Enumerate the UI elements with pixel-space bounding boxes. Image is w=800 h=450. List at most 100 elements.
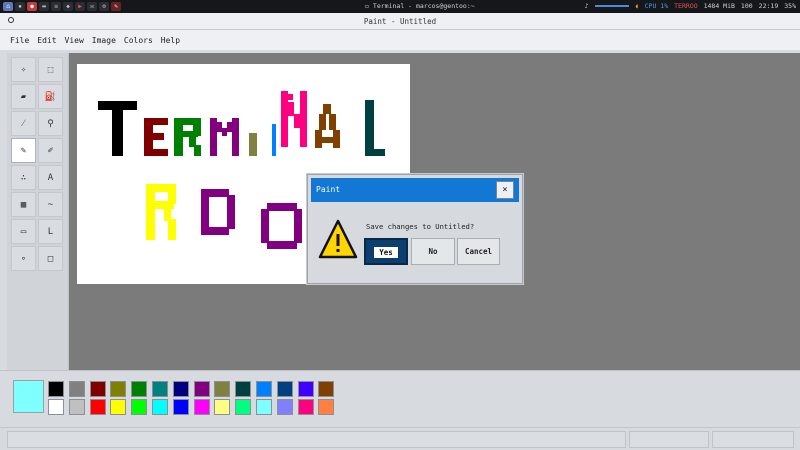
menu-bar: File Edit View Image Colors Help [0, 30, 800, 50]
rectangle-icon: ▭ [20, 226, 27, 237]
home-icon[interactable]: ⌂ [3, 2, 13, 11]
eraser-icon: ▰ [20, 91, 27, 102]
tool-fill-bucket[interactable]: ⛽ [38, 84, 63, 109]
palette-swatch[interactable] [48, 381, 64, 397]
current-color-swatch[interactable] [13, 380, 44, 413]
media-icon[interactable]: ▶ [75, 2, 85, 11]
cancel-button[interactable]: Cancel [457, 238, 500, 265]
fill-bucket-icon: ⛽ [44, 91, 57, 102]
palette-swatch[interactable] [193, 399, 210, 415]
speaker-icon[interactable]: ◖ [635, 2, 639, 10]
magnifier-icon: ⚲ [47, 118, 54, 129]
letter-r2-stroke [146, 184, 176, 240]
color-picker-icon: ⁄ [22, 119, 25, 129]
palette-swatch[interactable] [235, 399, 252, 415]
palette-swatch[interactable] [297, 381, 314, 397]
palette-swatch[interactable] [297, 399, 314, 415]
palette-swatch[interactable] [172, 399, 189, 415]
menu-edit[interactable]: Edit [37, 36, 56, 45]
menu-colors[interactable]: Colors [124, 36, 153, 45]
palette-swatch[interactable] [256, 399, 272, 415]
palette-swatch[interactable] [214, 399, 231, 415]
palette-swatch[interactable] [68, 399, 85, 415]
palette-swatch[interactable] [110, 399, 127, 415]
status-message [7, 431, 626, 448]
palette-swatch[interactable] [172, 381, 189, 397]
tool-line[interactable]: L [38, 219, 63, 244]
airbrush-icon: ∴ [20, 172, 27, 183]
palette-swatch[interactable] [214, 381, 231, 397]
palette-swatch[interactable] [235, 381, 252, 397]
tool-brush[interactable]: ✐ [38, 138, 63, 163]
warning-icon [318, 219, 358, 259]
palette-swatch[interactable] [256, 381, 272, 397]
tool-rounded-rect[interactable]: □ [38, 246, 63, 271]
browser-icon[interactable]: ● [27, 2, 37, 11]
shape-fill-icon: ▦ [20, 199, 27, 210]
letter-o-stroke [261, 203, 302, 249]
palette-swatch[interactable] [152, 399, 168, 415]
menu-file[interactable]: File [10, 36, 29, 45]
dialog-title-bar[interactable]: Paint × [311, 178, 519, 202]
active-window-label: ▭ Terminal - marcos@gentoo:~ [365, 2, 475, 10]
yes-button[interactable]: Yes [364, 238, 408, 265]
palette-swatch[interactable] [318, 399, 335, 415]
tool-text[interactable]: A [38, 165, 63, 190]
tool-rect-select[interactable]: ⬚ [38, 57, 63, 82]
palette-swatch[interactable] [276, 399, 293, 415]
letter-t-stroke [98, 101, 137, 156]
palette-swatch[interactable] [48, 399, 64, 415]
yes-button-label: Yes [374, 247, 398, 258]
chat-icon[interactable]: ✉ [87, 2, 97, 11]
volume-slider[interactable] [594, 5, 629, 7]
letter-r-stroke [174, 118, 201, 156]
status-selection-size [712, 431, 794, 448]
paint-app-icon[interactable]: ✎ [111, 2, 121, 11]
menu-view[interactable]: View [65, 36, 84, 45]
dialog-close-button[interactable]: × [496, 181, 514, 199]
letter-l-stroke [365, 100, 385, 156]
letter-d-stroke [201, 189, 235, 235]
code-icon[interactable]: ◆ [63, 2, 73, 11]
menu-help[interactable]: Help [161, 36, 180, 45]
tool-curve[interactable]: ~ [38, 192, 63, 217]
tool-color-picker[interactable]: ⁄ [11, 111, 36, 136]
letter-i-stroke [249, 133, 257, 156]
palette-swatch[interactable] [318, 381, 335, 397]
letter-a-stroke [315, 104, 340, 148]
tool-free-select[interactable]: ✧ [11, 57, 36, 82]
music-icon[interactable]: ♪ [585, 2, 589, 10]
tool-shape-fill[interactable]: ▦ [11, 192, 36, 217]
rect-select-icon: ⬚ [47, 64, 54, 75]
palette-swatch[interactable] [131, 381, 148, 397]
palette-swatch[interactable] [89, 399, 106, 415]
palette-swatch[interactable] [89, 381, 106, 397]
palette-swatch[interactable] [131, 399, 148, 415]
title-bar[interactable]: Paint - Untitled [0, 13, 800, 30]
palette-swatch[interactable] [152, 381, 168, 397]
palette-swatch[interactable] [68, 381, 85, 397]
settings-icon[interactable]: ⚙ [99, 2, 109, 11]
tool-eraser[interactable]: ▰ [11, 84, 36, 109]
terminal-icon[interactable]: ▪ [15, 2, 25, 11]
tool-pencil[interactable]: ✎ [11, 138, 36, 163]
tool-magnifier[interactable]: ⚲ [38, 111, 63, 136]
palette-swatch[interactable] [276, 381, 293, 397]
window-title: Paint - Untitled [363, 17, 437, 26]
battery-level: 35% [784, 2, 796, 10]
no-button[interactable]: No [411, 238, 455, 265]
folder-icon[interactable]: ▬ [39, 2, 49, 11]
memory-usage: 1484 MiB [703, 2, 735, 10]
status-bar [0, 427, 800, 450]
color-palette [0, 370, 800, 421]
letter-m-stroke [210, 118, 239, 156]
terror-indicator: TERROO [674, 2, 698, 10]
palette-swatch[interactable] [193, 381, 210, 397]
editor-icon[interactable]: ≡ [51, 2, 61, 11]
palette-swatch[interactable] [110, 381, 127, 397]
menu-image[interactable]: Image [92, 36, 116, 45]
active-window-title: Terminal - marcos@gentoo:~ [372, 2, 475, 10]
tool-ellipse[interactable]: ∘ [11, 246, 36, 271]
tool-rectangle[interactable]: ▭ [11, 219, 36, 244]
tool-airbrush[interactable]: ∴ [11, 165, 36, 190]
